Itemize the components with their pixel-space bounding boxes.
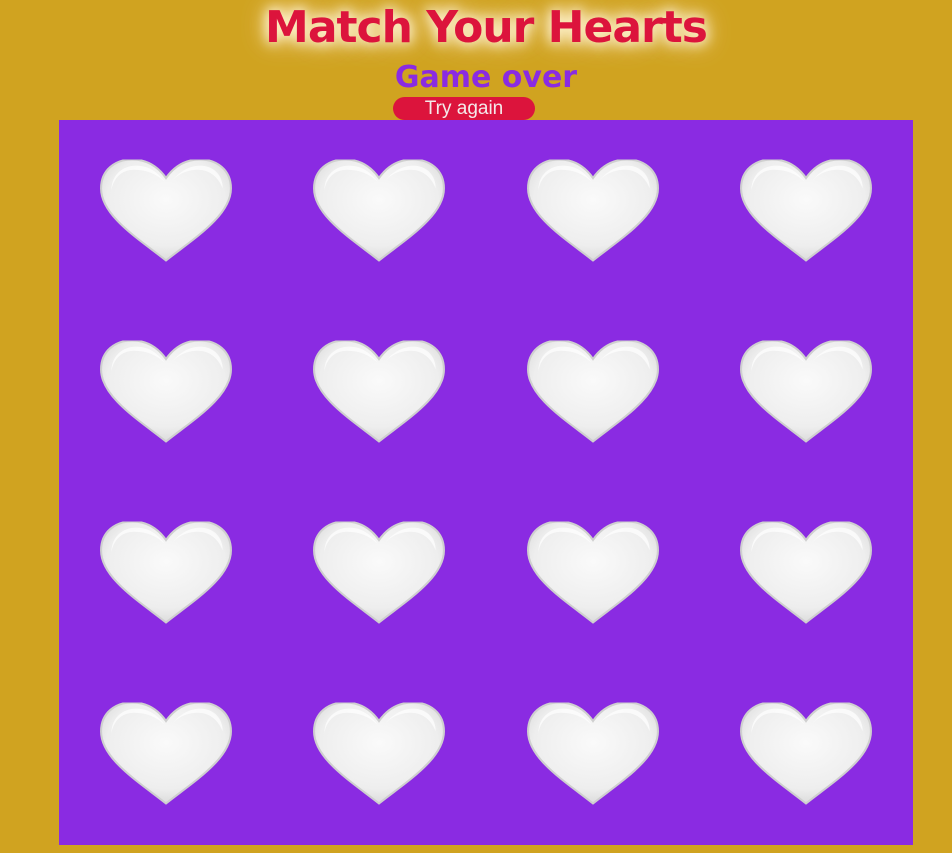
heart-card[interactable] <box>59 301 273 482</box>
heart-card[interactable] <box>700 483 914 664</box>
game-board <box>59 120 913 845</box>
heart-card[interactable] <box>486 301 700 482</box>
heart-card[interactable] <box>486 664 700 845</box>
white-heart-icon <box>99 521 233 625</box>
white-heart-icon <box>99 702 233 806</box>
white-heart-icon <box>526 340 660 444</box>
heart-card[interactable] <box>59 120 273 301</box>
try-again-button[interactable]: Try again <box>393 97 535 120</box>
heart-card[interactable] <box>486 483 700 664</box>
heart-card[interactable] <box>273 483 487 664</box>
white-heart-icon <box>526 702 660 806</box>
heart-card[interactable] <box>59 664 273 845</box>
heart-card[interactable] <box>700 301 914 482</box>
heart-card[interactable] <box>700 664 914 845</box>
heart-card[interactable] <box>700 120 914 301</box>
white-heart-icon <box>312 702 446 806</box>
game-title: Match Your Hearts <box>265 2 708 53</box>
white-heart-icon <box>739 702 873 806</box>
heart-card[interactable] <box>273 120 487 301</box>
white-heart-icon <box>526 521 660 625</box>
white-heart-icon <box>739 521 873 625</box>
white-heart-icon <box>99 159 233 263</box>
heart-card[interactable] <box>59 483 273 664</box>
white-heart-icon <box>312 340 446 444</box>
game-status: Game over <box>394 60 578 95</box>
heart-card[interactable] <box>273 664 487 845</box>
white-heart-icon <box>312 159 446 263</box>
white-heart-icon <box>526 159 660 263</box>
white-heart-icon <box>739 340 873 444</box>
heart-card[interactable] <box>486 120 700 301</box>
white-heart-icon <box>739 159 873 263</box>
white-heart-icon <box>312 521 446 625</box>
heart-card[interactable] <box>273 301 487 482</box>
white-heart-icon <box>99 340 233 444</box>
